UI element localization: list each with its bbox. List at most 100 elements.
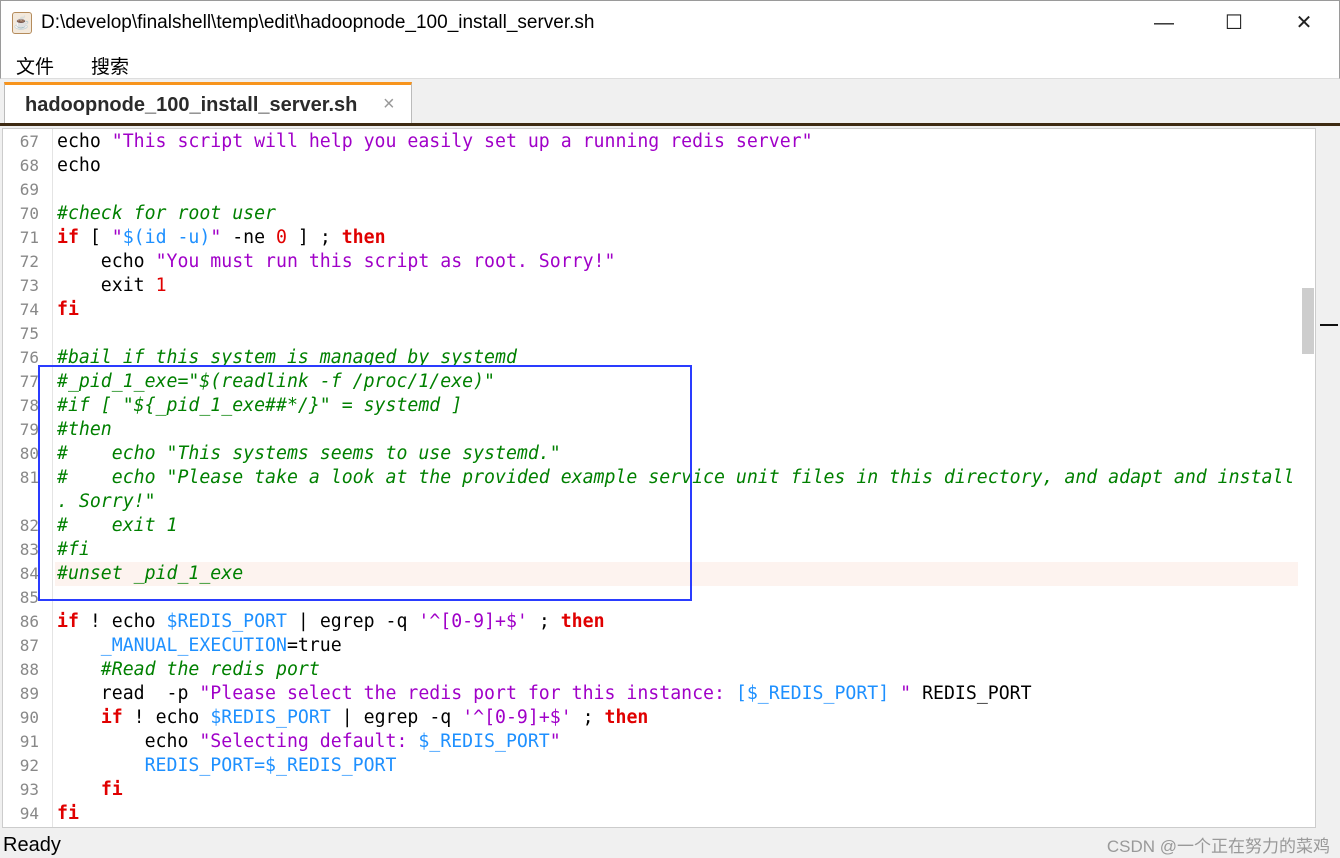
code-token: #Read the redis port [57, 659, 320, 680]
code-token: if [100, 707, 123, 728]
line-number: 72 [19, 252, 39, 271]
code-line: echo [57, 154, 101, 178]
line-number: 87 [19, 636, 39, 655]
tab-strip: hadoopnode_100_install_server.sh × [0, 80, 1340, 124]
line-number: 78 [19, 396, 39, 415]
menu-file[interactable]: 文件 [16, 52, 54, 79]
code-token: '^[0-9]+$' [462, 707, 572, 728]
code-line: if ! echo $REDIS_PORT | egrep -q '^[0-9]… [57, 706, 649, 730]
line-number: 69 [19, 180, 39, 199]
line-number: 71 [19, 228, 39, 247]
java-app-icon: ☕ [12, 12, 32, 34]
maximize-button[interactable]: ☐ [1214, 9, 1254, 37]
code-line: #Read the redis port [57, 658, 320, 682]
line-number: 83 [19, 540, 39, 559]
line-number: 85 [19, 588, 39, 607]
code-token: fi [57, 803, 79, 824]
code-token: ] ; [286, 227, 342, 248]
line-number: 75 [19, 324, 39, 343]
code-token: | egrep -q [330, 707, 463, 728]
code-token: " [210, 227, 222, 248]
code-editor[interactable]: 67 68 69 70 71 72 73 74 75 76 77 78 79 80 81 82 83 84 85 86… [2, 128, 1316, 828]
line-number: 82 [19, 516, 39, 535]
code-line: #check for root user [57, 202, 276, 226]
code-token: " [549, 731, 561, 752]
code-token: "You must run this script as root. Sorry… [155, 251, 616, 272]
code-token: read -p [57, 683, 200, 704]
code-token: ; [527, 611, 561, 632]
code-token: '^[0-9]+$' [418, 611, 528, 632]
code-token: fi [57, 299, 79, 320]
scrollbar-thumb[interactable] [1302, 288, 1314, 354]
code-line: fi [57, 298, 79, 322]
code-token: ! echo [122, 707, 211, 728]
code-token: echo [57, 251, 156, 272]
window-title: D:\develop\finalshell\temp\edit\hadoopno… [41, 12, 595, 33]
line-number: 94 [19, 804, 39, 823]
line-number: 67 [19, 132, 39, 151]
code-token: ; [571, 707, 605, 728]
code-line: echo "Selecting default: $_REDIS_PORT" [57, 730, 561, 754]
close-tab-icon[interactable]: × [383, 93, 395, 116]
line-number: 73 [19, 276, 39, 295]
code-token: "This script will help you easily set up… [111, 131, 813, 152]
code-line: REDIS_PORT=$_REDIS_PORT [57, 754, 397, 778]
minimize-button[interactable]: — [1144, 9, 1184, 37]
tab-divider [0, 123, 1340, 126]
edge-marker [1320, 324, 1338, 326]
tab-file[interactable]: hadoopnode_100_install_server.sh × [4, 82, 412, 124]
tab-label: hadoopnode_100_install_server.sh [25, 94, 358, 116]
line-number [3, 490, 39, 514]
code-token: fi [100, 779, 123, 800]
line-number: 80 [19, 444, 39, 463]
code-token: echo [57, 731, 200, 752]
line-number: 70 [19, 204, 39, 223]
line-number: 89 [19, 684, 39, 703]
vertical-scrollbar[interactable] [1301, 129, 1315, 827]
line-number: 79 [19, 420, 39, 439]
code-line: read -p "Please select the redis port fo… [57, 682, 1032, 706]
line-number: 81 [19, 468, 39, 487]
code-token: REDIS_PORT [911, 683, 1032, 704]
code-token: [$_REDIS_PORT] [735, 683, 890, 704]
code-token: | egrep -q [286, 611, 419, 632]
line-number: 68 [19, 156, 39, 175]
code-token: -ne [221, 227, 277, 248]
code-token: $REDIS_PORT [210, 707, 331, 728]
code-token: then [560, 611, 605, 632]
status-text: Ready [3, 834, 61, 856]
status-bar: Ready CSDN @一个正在努力的菜鸡 [0, 830, 1340, 858]
code-line: fi [57, 802, 79, 826]
code-token: REDIS_PORT=$_REDIS_PORT [57, 755, 397, 776]
code-token: echo [57, 155, 101, 176]
code-line: fi [57, 778, 123, 802]
code-token: exit [57, 275, 156, 296]
annotation-box [38, 365, 692, 601]
code-token: _MANUAL_EXECUTION [57, 635, 287, 656]
code-token: echo [57, 131, 112, 152]
code-token: if [57, 611, 79, 632]
code-token: "Please select the redis port for this i… [199, 683, 736, 704]
code-token: [ [78, 227, 112, 248]
code-token: $_REDIS_PORT [418, 731, 550, 752]
code-token: 1 [155, 275, 167, 296]
code-token: " [111, 227, 123, 248]
code-token: " [889, 683, 912, 704]
code-token: $REDIS_PORT [166, 611, 287, 632]
menu-bar: 文件 搜索 [0, 45, 1340, 79]
code-line: echo "This script will help you easily s… [57, 130, 813, 154]
code-token: $(id -u) [122, 227, 211, 248]
line-number: 88 [19, 660, 39, 679]
code-token: 0 [276, 227, 287, 248]
code-token: #check for root user [57, 203, 276, 224]
line-number: 76 [19, 348, 39, 367]
line-number: 74 [19, 300, 39, 319]
code-token: then [341, 227, 386, 248]
code-line: if ! echo $REDIS_PORT | egrep -q '^[0-9]… [57, 610, 605, 634]
menu-search[interactable]: 搜索 [91, 52, 129, 79]
code-line: echo "You must run this script as root. … [57, 250, 616, 274]
close-button[interactable]: ✕ [1284, 9, 1324, 37]
watermark: CSDN @一个正在努力的菜鸡 [1106, 837, 1330, 856]
line-number: 84 [19, 564, 39, 583]
